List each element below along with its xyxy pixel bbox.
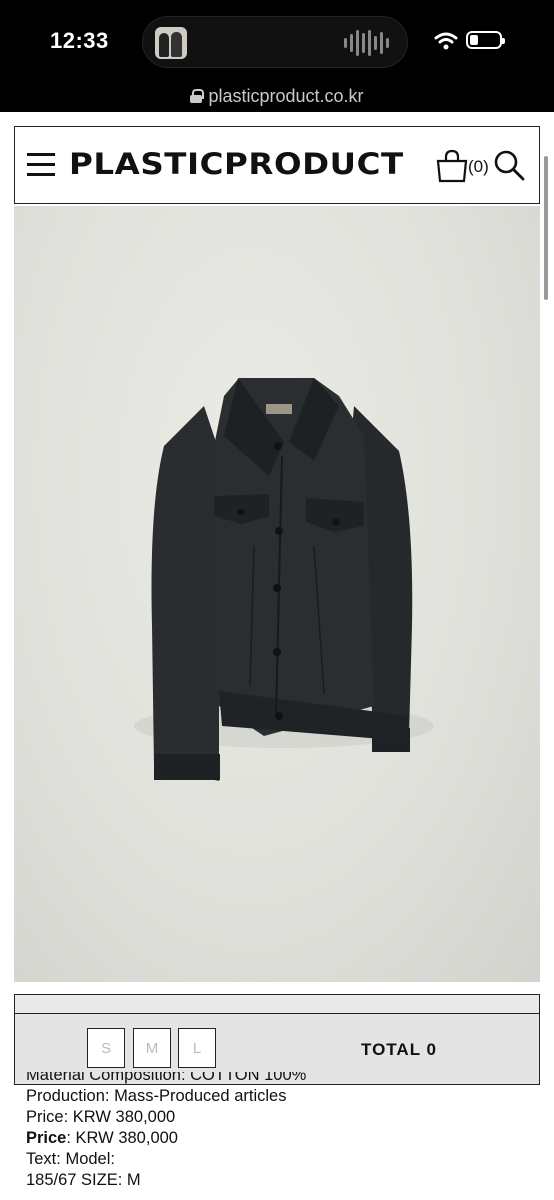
audio-waveform-icon: [344, 29, 389, 57]
size-option-m[interactable]: M: [133, 1028, 171, 1068]
status-time: 12:33: [50, 28, 109, 53]
battery-icon: [466, 31, 505, 49]
page-scrollbar[interactable]: [544, 156, 548, 300]
size-option-s[interactable]: S: [87, 1028, 125, 1068]
price-line: Price: KRW 380,000: [26, 1108, 176, 1126]
product-image[interactable]: [14, 206, 540, 982]
total-label: TOTAL: [361, 1040, 421, 1059]
description-partial-line: Material Composition: COTTON 100%: [26, 1072, 307, 1084]
url-text: plasticproduct.co.kr: [208, 85, 364, 106]
now-playing-artwork: [155, 27, 187, 59]
product-description: Material Composition: COTTON 100% Produc…: [26, 1072, 526, 1191]
option-panel-top: [14, 994, 540, 1014]
search-icon[interactable]: [493, 149, 525, 181]
wifi-icon: [434, 32, 458, 50]
order-total: TOTAL 0: [361, 1040, 437, 1060]
status-bar: 12:33 plasticproduct.co.kr: [0, 0, 554, 112]
jacket-illustration: [134, 378, 434, 781]
price-line-bold: Price: KRW 380,000: [26, 1129, 178, 1147]
lock-icon: [190, 89, 205, 103]
text-line: Text: Model:: [26, 1150, 115, 1168]
dynamic-island[interactable]: [142, 16, 408, 68]
site-header: PLASTICPRODUCT (0): [14, 126, 540, 204]
total-value: 0: [426, 1040, 437, 1059]
url-bar[interactable]: plasticproduct.co.kr: [0, 80, 554, 112]
model-size-line: 185/67 SIZE: M: [26, 1171, 141, 1189]
size-option-l[interactable]: L: [178, 1028, 216, 1068]
cart-count[interactable]: (0): [468, 157, 489, 177]
shopping-bag-icon[interactable]: [435, 149, 469, 183]
site-logo[interactable]: PLASTICPRODUCT: [69, 147, 404, 181]
production-line: Production: Mass-Produced articles: [26, 1087, 287, 1105]
menu-icon[interactable]: [27, 153, 57, 177]
